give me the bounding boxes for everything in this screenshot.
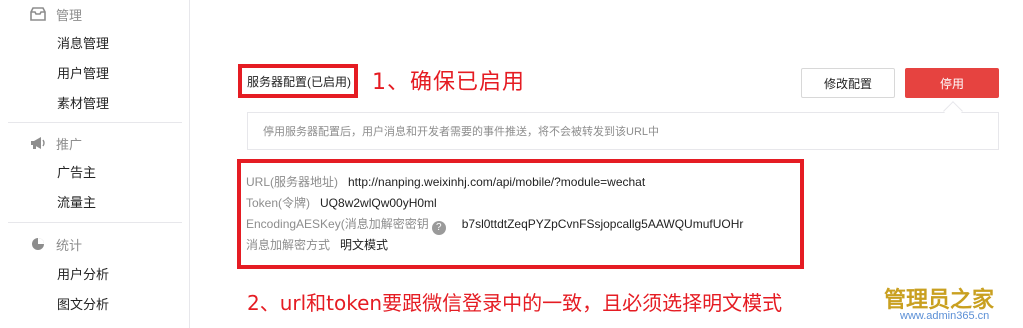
megaphone-icon	[30, 136, 46, 150]
watermark-url: www.admin365.cn	[900, 310, 990, 322]
sidebar-item-advertiser[interactable]: 广告主	[57, 165, 96, 181]
sidebar-item-article-analysis[interactable]: 图文分析	[57, 297, 109, 313]
inbox-icon	[30, 7, 46, 21]
disable-tip-text: 停用服务器配置后，用户消息和开发者需要的事件推送，将不会被转发到该URL中	[263, 126, 660, 138]
sidebar-item-messages[interactable]: 消息管理	[57, 36, 109, 52]
disable-button[interactable]: 停用	[905, 68, 999, 98]
disable-tip: 停用服务器配置后，用户消息和开发者需要的事件推送，将不会被转发到该URL中	[247, 112, 999, 150]
section-title-promote: 推广	[56, 136, 83, 152]
token-value: UQ8w2wlQw00yH0ml	[320, 196, 437, 210]
encrypt-mode-label: 消息加解密方式	[246, 238, 331, 252]
annotation-ensure-enabled: 1、确保已启用	[372, 70, 525, 95]
section-header-manage: 管理	[30, 4, 82, 24]
encrypt-mode-row: 消息加解密方式 明文模式	[246, 236, 388, 253]
sidebar-divider	[8, 122, 182, 123]
aes-key-value: b7sl0ttdtZeqPYZpCvnFSsjopcallg5AAWQUmufU…	[461, 217, 744, 231]
aes-key-row: EncodingAESKey(消息加解密密钥? b7sl0ttdtZeqPYZpC…	[246, 215, 743, 235]
sidebar-divider	[8, 222, 182, 223]
annotation-url-token: 2、url和token要跟微信登录中的一致，且必须选择明文模式	[247, 291, 783, 315]
section-header-stats: 统计	[30, 234, 82, 254]
url-value: http://nanping.weixinhj.com/api/mobile/?…	[348, 175, 646, 189]
token-label: Token(令牌)	[246, 196, 311, 210]
url-row: URL(服务器地址) http://nanping.weixinhj.com/ap…	[246, 173, 645, 190]
pie-chart-icon	[30, 237, 46, 251]
sidebar: 管理 消息管理 用户管理 素材管理 推广 广告主 流量主 统计 用户分析 图文分…	[0, 0, 190, 328]
watermark-logo: 管理员之家 www.admin365.cn	[884, 282, 1014, 324]
sidebar-item-users[interactable]: 用户管理	[57, 66, 109, 82]
sidebar-item-publisher[interactable]: 流量主	[57, 195, 96, 211]
sidebar-item-materials[interactable]: 素材管理	[57, 96, 109, 112]
aes-key-label: EncodingAESKey(消息加解密密钥	[246, 217, 429, 231]
section-header-promote: 推广	[30, 133, 82, 153]
highlight-box-status	[238, 64, 358, 98]
section-title-manage: 管理	[56, 7, 83, 23]
encrypt-mode-value: 明文模式	[340, 238, 389, 252]
url-label: URL(服务器地址)	[246, 175, 338, 189]
help-icon[interactable]: ?	[431, 220, 446, 235]
main-content: 服务器配置(已启用) 1、确保已启用 修改配置 停用 停用服务器配置后，用户消息…	[190, 0, 1023, 328]
modify-config-button[interactable]: 修改配置	[801, 68, 895, 98]
section-title-stats: 统计	[56, 237, 83, 253]
token-row: Token(令牌) UQ8w2wlQw00yH0ml	[246, 194, 437, 211]
sidebar-item-user-analysis[interactable]: 用户分析	[57, 267, 109, 283]
